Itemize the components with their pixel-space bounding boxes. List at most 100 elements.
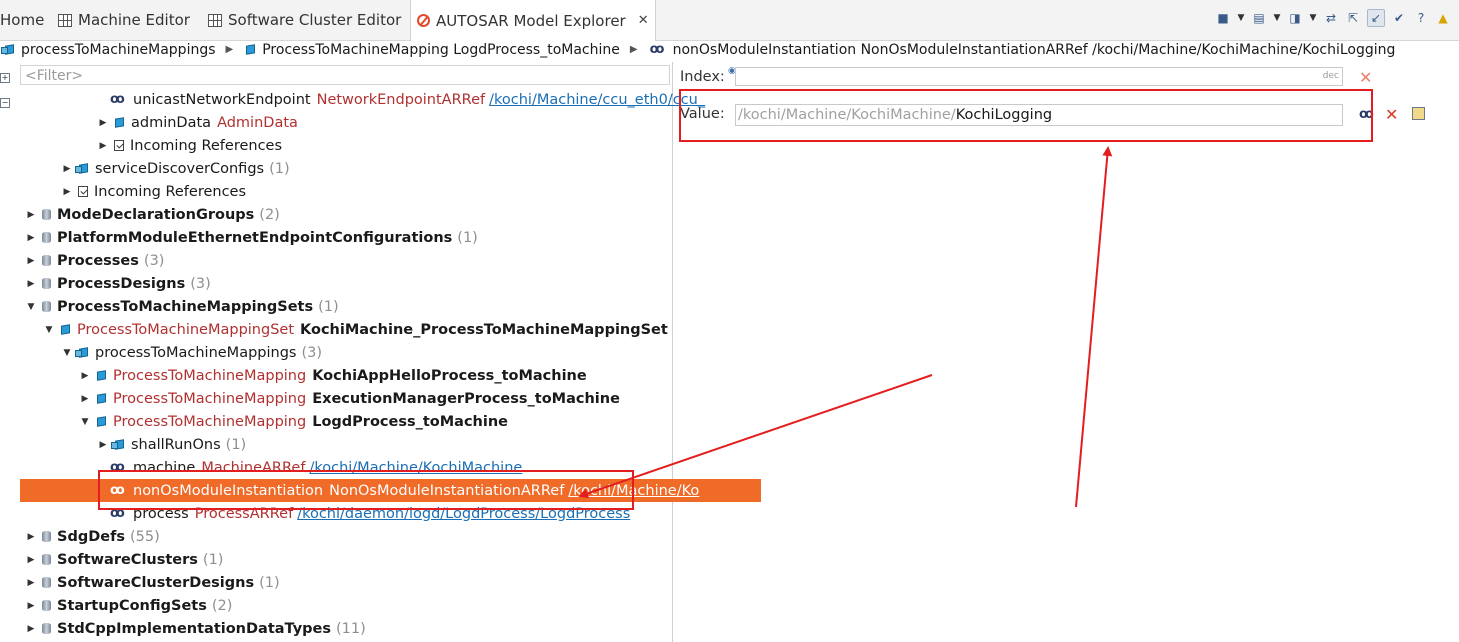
filter-input[interactable]: <Filter> (20, 65, 670, 85)
expand-arrow-icon[interactable]: ▶ (62, 187, 72, 197)
expand-arrow-icon[interactable]: ▶ (98, 141, 108, 151)
tree-row[interactable]: ▶ ProcessToMachineMapping KochiAppHelloP… (18, 364, 733, 387)
tree-row-name: SdgDefs (57, 528, 126, 545)
tree-row[interactable]: ▶ ModeDeclarationGroups (2) (18, 203, 679, 226)
breadcrumb-separator-icon: ▶ (629, 44, 638, 55)
expand-arrow-icon[interactable]: ▶ (26, 601, 36, 611)
tree-row[interactable]: ▶ StdCppImplementationDataTypes (11) (18, 617, 679, 640)
expand-arrow-icon[interactable]: ▶ (26, 555, 36, 565)
layout-icon[interactable]: ▤ (1251, 10, 1267, 26)
chevron-down-icon[interactable]: ▼ (1237, 10, 1245, 26)
panel-icon[interactable]: ◨ (1287, 10, 1303, 26)
package-icon (42, 301, 51, 312)
expand-arrow-icon[interactable]: ▶ (26, 532, 36, 542)
tree-row[interactable]: ▶ Incoming References (18, 180, 715, 203)
export-icon[interactable]: ⇱ (1345, 10, 1361, 26)
tree-row[interactable]: ▶ SoftwareClusterDesigns (1) (18, 571, 679, 594)
cube-icon (75, 347, 89, 358)
tree-row-name: unicastNetworkEndpoint (133, 91, 311, 108)
tree-row-count: (3) (190, 275, 211, 292)
package-icon (42, 531, 51, 542)
breadcrumb-item-label: nonOsModuleInstantiation NonOsModuleInst… (672, 41, 1396, 58)
chevron-down-icon[interactable]: ▼ (1273, 10, 1281, 26)
tree-row[interactable]: ▶ Processes (3) (18, 249, 679, 272)
collapse-arrow-icon[interactable]: ▼ (26, 302, 36, 312)
tree-row-type: AdminData (217, 114, 298, 131)
tree-side-toolbar: + − (0, 62, 14, 642)
tree-row-name: StdCppImplementationDataTypes (57, 620, 332, 637)
tree-row[interactable]: ▶ PlatformModuleEthernetEndpointConfigur… (18, 226, 679, 249)
package-icon (42, 278, 51, 289)
package-icon (42, 577, 51, 588)
tree-row[interactable]: ▶ SoftwareClusters (1) (18, 548, 679, 571)
tree-row[interactable]: ▶ ProcessDesigns (3) (18, 272, 679, 295)
cube-icon (96, 393, 107, 404)
tree-row[interactable]: ▶ adminData AdminData (18, 111, 751, 134)
tree-row-name: ModeDeclarationGroups (57, 206, 255, 223)
tab-software-cluster-editor[interactable]: Software Cluster Editor (208, 0, 401, 40)
expand-all-icon[interactable]: + (0, 73, 10, 83)
breadcrumb-item[interactable]: ProcessToMachineMapping LogdProcess_toMa… (241, 42, 620, 58)
expand-arrow-icon[interactable]: ▶ (26, 624, 36, 634)
package-icon (42, 255, 51, 266)
collapse-arrow-icon[interactable]: ▼ (44, 325, 54, 335)
expand-arrow-icon[interactable]: ▶ (62, 164, 72, 174)
collapse-all-icon[interactable]: − (0, 98, 10, 108)
tree-row[interactable]: ▼ ProcessToMachineMappingSets (1) (18, 295, 679, 318)
link-with-editor-icon[interactable]: ↙ (1367, 9, 1385, 27)
cube-icon (60, 324, 71, 335)
collapse-arrow-icon[interactable]: ▼ (62, 348, 72, 358)
remove-reference-icon[interactable]: ✕ (1385, 105, 1398, 124)
expand-arrow-icon[interactable]: ▶ (80, 394, 90, 404)
tree-row[interactable]: ▶ serviceDiscoverConfigs (1) (18, 157, 715, 180)
tree-row[interactable]: ▼ processToMachineMappings (3) (18, 341, 715, 364)
tree-row-count: (3) (301, 344, 323, 361)
tree-row-count: (3) (143, 252, 165, 269)
package-icon (42, 209, 51, 220)
expand-arrow-icon[interactable]: ▶ (98, 440, 108, 450)
sync-icon[interactable]: ⇄ (1323, 10, 1339, 26)
expand-arrow-icon[interactable]: ▶ (80, 371, 90, 381)
tree-row[interactable]: ▶ ProcessToMachineMapping ExecutionManag… (18, 387, 733, 410)
tree-row[interactable]: ▶ StartupConfigSets (2) (18, 594, 679, 617)
tree-row[interactable]: ▶ shallRunOns (1) (18, 433, 751, 456)
tree-row[interactable]: ▶ SdgDefs (55) (18, 525, 679, 548)
index-input[interactable]: dec (735, 67, 1343, 86)
tree-row-name: SoftwareClusters (57, 551, 198, 568)
breadcrumb-item[interactable]: processToMachineMappings (0, 42, 216, 58)
clear-index-icon[interactable]: ✕ (1359, 68, 1372, 87)
autosar-logo-icon (417, 14, 430, 27)
tree-row[interactable]: ▼ ProcessToMachineMapping LogdProcess_to… (18, 410, 733, 433)
tab-machine-editor-label: Machine Editor (78, 11, 190, 29)
tree-row[interactable]: ▼ ProcessToMachineMappingSet KochiMachin… (18, 318, 697, 341)
cube-icon (96, 416, 107, 427)
browse-reference-icon[interactable] (1412, 107, 1425, 120)
tab-machine-editor[interactable]: Machine Editor (58, 0, 190, 40)
expand-arrow-icon[interactable]: ▶ (26, 256, 36, 266)
warning-icon[interactable]: ▲ (1435, 10, 1451, 26)
close-icon[interactable]: ✕ (638, 13, 649, 28)
cube-icon (245, 44, 256, 55)
expand-arrow-icon[interactable]: ▶ (26, 578, 36, 588)
expand-arrow-icon[interactable]: ▶ (98, 118, 108, 128)
tree-row-name: PlatformModuleEthernetEndpointConfigurat… (57, 229, 453, 246)
tree-row-name: shallRunOns (131, 436, 221, 453)
tab-home[interactable]: Home (0, 0, 44, 40)
annotation-highlight-box (679, 89, 1373, 142)
expand-arrow-icon[interactable]: ▶ (26, 233, 36, 243)
view-menu-icon[interactable]: ■ (1215, 10, 1231, 26)
tree-row-name: Incoming References (94, 183, 247, 200)
tab-autosar-model-explorer[interactable]: AUTOSAR Model Explorer ✕ (410, 0, 656, 41)
tab-home-label: Home (0, 11, 45, 29)
breadcrumb-item[interactable]: oo nonOsModuleInstantiation NonOsModuleI… (646, 42, 1396, 58)
expand-arrow-icon[interactable]: ▶ (26, 210, 36, 220)
collapse-arrow-icon[interactable]: ▼ (80, 417, 90, 427)
tree-row-name: ExecutionManagerProcess_toMachine (312, 390, 620, 407)
chevron-down-icon[interactable]: ▼ (1309, 10, 1317, 26)
tree-row[interactable]: ▶ Incoming References (18, 134, 751, 157)
help-icon[interactable]: ? (1413, 10, 1429, 26)
tree-row[interactable]: oo unicastNetworkEndpoint NetworkEndpoin… (18, 88, 763, 111)
tree-row-type: ProcessToMachineMapping (113, 390, 307, 407)
expand-arrow-icon[interactable]: ▶ (26, 279, 36, 289)
validate-icon[interactable]: ✔ (1391, 10, 1407, 26)
